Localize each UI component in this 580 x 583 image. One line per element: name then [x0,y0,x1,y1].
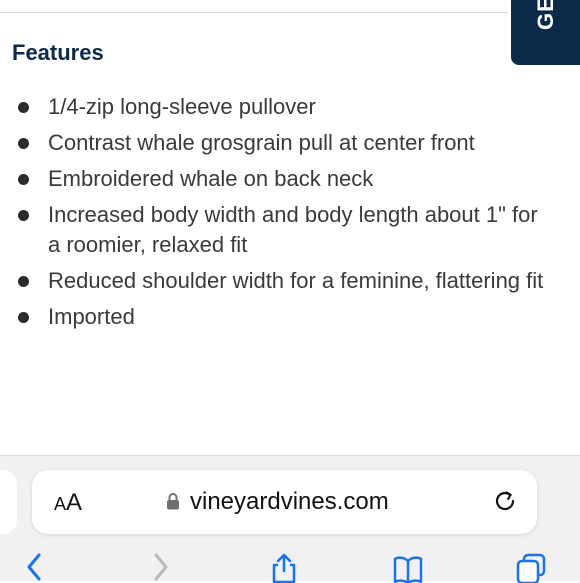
features-list: 1/4-zip long-sleeve pullover Contrast wh… [0,92,545,338]
feature-text: 1/4-zip long-sleeve pullover [48,94,316,119]
feature-text: Imported [48,304,135,329]
bookmarks-icon[interactable] [393,553,423,583]
reload-icon[interactable] [492,488,518,514]
feature-item: Embroidered whale on back neck [0,164,545,194]
url-text: vineyardvines.com [190,488,389,515]
feature-item: 1/4-zip long-sleeve pullover [0,92,545,122]
tabs-icon[interactable] [516,553,546,583]
feature-text: Increased body width and body length abo… [48,202,538,257]
bullet-icon [18,312,29,323]
bullet-icon [18,276,29,287]
feature-text: Contrast whale grosgrain pull at center … [48,130,475,155]
bullet-icon [18,210,29,221]
feature-item: Reduced shoulder width for a feminine, f… [0,266,545,296]
feature-item: Imported [0,302,545,332]
get-offer-tab[interactable]: GET [511,0,580,65]
text-size-large-a: A [66,489,83,516]
bullet-icon [18,102,29,113]
back-icon[interactable] [20,553,50,583]
feature-item: Contrast whale grosgrain pull at center … [0,128,545,158]
features-heading: Features [12,40,104,65]
top-divider [0,12,508,13]
text-size-button[interactable]: AA [54,489,82,517]
text-size-small-a: A [54,494,67,514]
feature-text: Reduced shoulder width for a feminine, f… [48,268,544,293]
lock-icon [167,493,179,510]
get-offer-tab-label: GET [533,0,558,30]
forward-icon[interactable] [145,553,175,583]
bullet-icon [18,174,29,185]
address-bar[interactable]: AA vineyardvines.com [32,470,537,534]
share-icon[interactable] [269,553,299,583]
feature-item: Increased body width and body length abo… [0,200,545,260]
feature-text: Embroidered whale on back neck [48,166,374,191]
bullet-icon [18,138,29,149]
previous-tab-card[interactable] [0,470,17,534]
